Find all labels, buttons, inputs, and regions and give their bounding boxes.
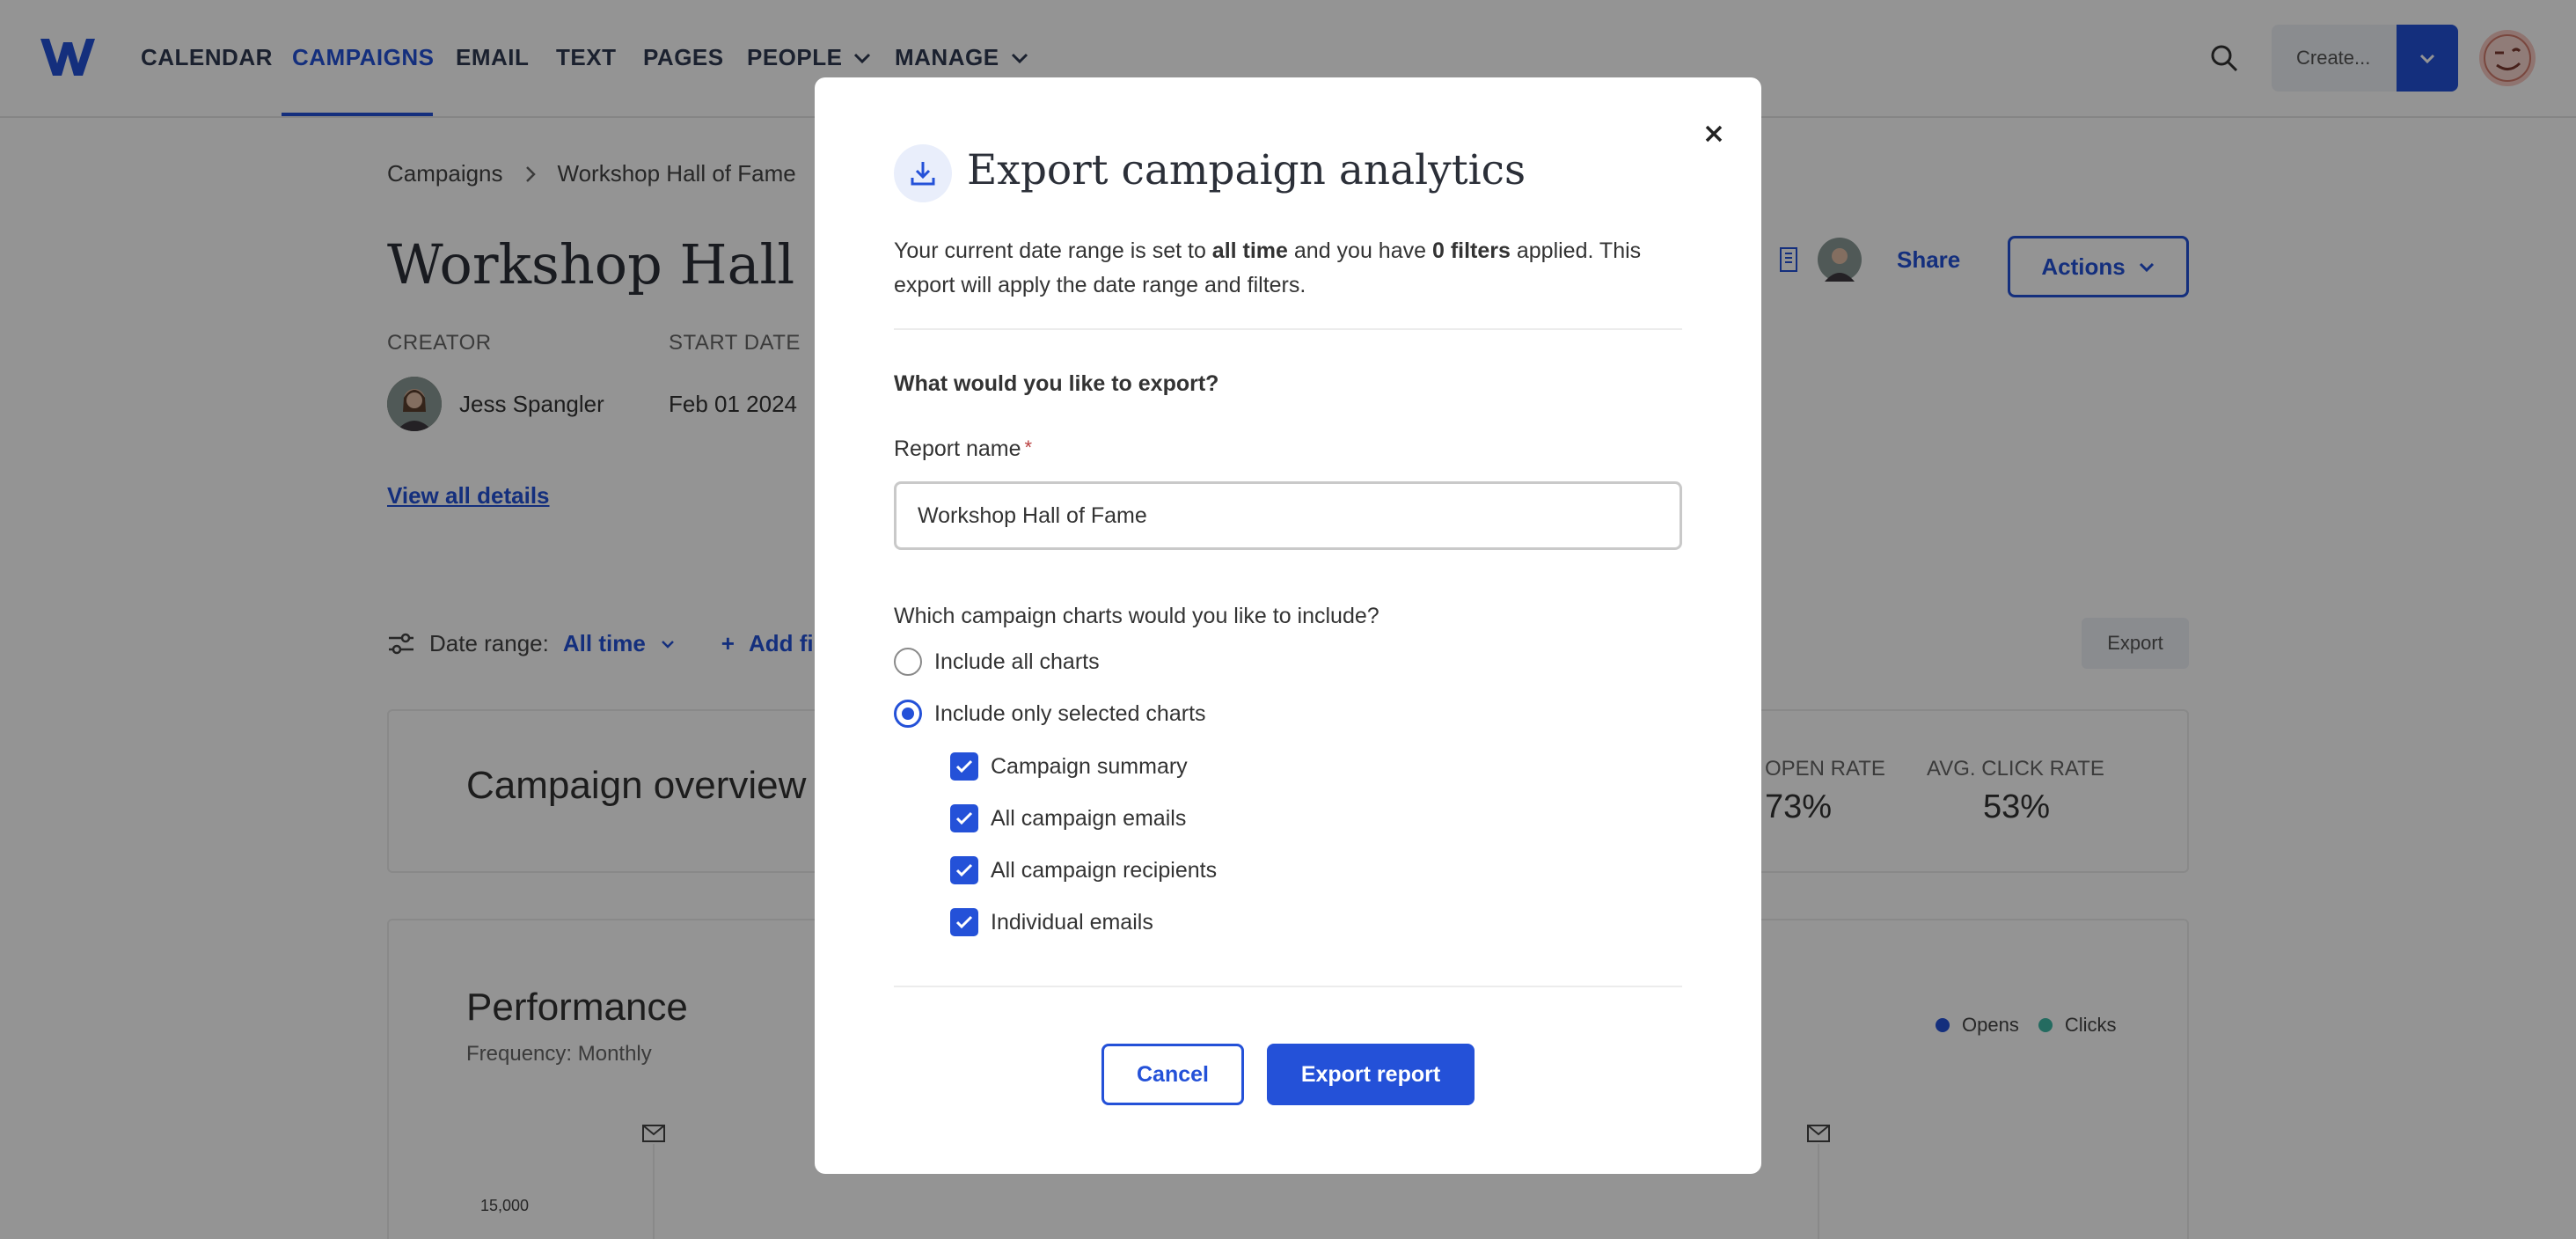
radio-checked[interactable]	[894, 700, 922, 728]
radio-label: Include only selected charts	[934, 700, 1206, 726]
checkbox-all-campaign-recipients[interactable]: All campaign recipients	[950, 856, 1217, 884]
charts-question: Which campaign charts would you like to …	[894, 604, 1379, 628]
cancel-button[interactable]: Cancel	[1101, 1044, 1244, 1105]
checkbox-label: All campaign emails	[991, 805, 1187, 831]
checkbox-checked[interactable]	[950, 752, 978, 781]
checkbox-checked[interactable]	[950, 856, 978, 884]
radio-label: Include all charts	[934, 649, 1100, 674]
export-report-button[interactable]: Export report	[1267, 1044, 1475, 1105]
checkmark-icon	[955, 811, 973, 825]
checkbox-label: Campaign summary	[991, 753, 1188, 779]
export-analytics-modal: Export campaign analytics Your current d…	[815, 77, 1761, 1174]
desc-date-range: all time	[1211, 238, 1288, 263]
checkbox-checked[interactable]	[950, 804, 978, 832]
export-question: What would you like to export?	[894, 371, 1219, 396]
checkbox-checked[interactable]	[950, 908, 978, 936]
checkmark-icon	[955, 759, 973, 773]
desc-filter-count: 0 filters	[1431, 238, 1511, 263]
desc-text: Your current date range is set to	[894, 238, 1212, 263]
download-badge	[894, 144, 952, 202]
download-icon	[911, 162, 935, 186]
checkmark-icon	[955, 915, 973, 929]
checkbox-campaign-summary[interactable]: Campaign summary	[950, 752, 1188, 781]
desc-text: and you have	[1287, 238, 1432, 263]
close-icon	[1705, 125, 1723, 143]
required-asterisk: *	[1024, 436, 1033, 458]
checkbox-individual-emails[interactable]: Individual emails	[950, 908, 1153, 936]
divider	[894, 328, 1682, 330]
modal-title: Export campaign analytics	[967, 146, 1526, 194]
checkbox-label: Individual emails	[991, 909, 1153, 935]
close-button[interactable]	[1694, 114, 1733, 153]
report-name-label: Report name *	[894, 436, 1032, 462]
report-name-input[interactable]	[894, 481, 1682, 550]
checkbox-all-campaign-emails[interactable]: All campaign emails	[950, 804, 1186, 832]
radio-include-all-charts[interactable]: Include all charts	[894, 648, 1100, 676]
radio-unchecked[interactable]	[894, 648, 922, 676]
checkbox-label: All campaign recipients	[991, 857, 1218, 883]
radio-include-selected-charts[interactable]: Include only selected charts	[894, 700, 1206, 728]
divider	[894, 986, 1682, 987]
checkmark-icon	[955, 863, 973, 877]
report-name-label-text: Report name	[894, 436, 1021, 461]
modal-description: Your current date range is set to all ti…	[894, 234, 1686, 303]
